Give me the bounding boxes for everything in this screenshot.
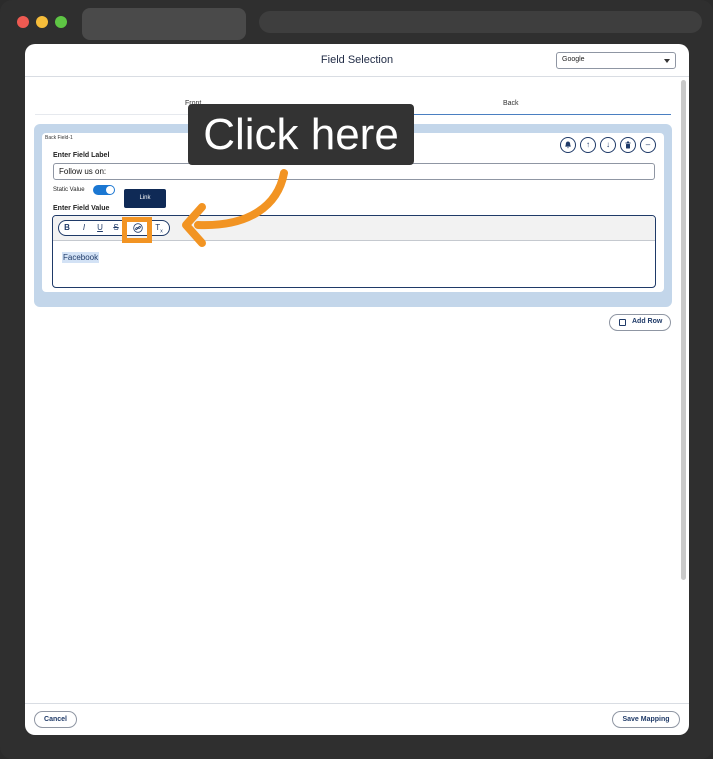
close-window-button[interactable] [17,16,29,28]
chevron-down-icon [664,59,670,63]
footer-divider [25,703,689,704]
browser-window: Field Selection Google Front Back Back F… [0,0,713,759]
italic-button[interactable]: I [76,221,92,235]
arrow-up-icon[interactable]: ↑ [580,137,596,153]
row-actions: ↑ ↓ – [560,137,658,153]
rich-text-editor[interactable]: B I U S Tx Facebook [52,215,656,288]
click-here-callout: Click here [188,104,414,165]
address-bar[interactable] [259,11,702,33]
field-tag: Back Field-1 [45,135,73,141]
field-label-heading: Enter Field Label [53,152,110,159]
clear-format-button[interactable]: Tx [151,221,167,235]
static-value-label: Static Value [53,187,85,193]
tab-back[interactable]: Back [503,100,519,107]
arrow-down-icon[interactable]: ↓ [600,137,616,153]
field-value-heading: Enter Field Value [53,205,110,212]
field-label-input[interactable]: Follow us on: [53,163,655,180]
link-button-highlight [122,217,152,243]
bell-icon[interactable] [560,137,576,153]
browser-tab[interactable] [82,8,246,40]
bold-button[interactable]: B [59,221,75,235]
save-mapping-button[interactable]: Save Mapping [612,711,680,728]
add-row-button[interactable]: Add Row [609,314,671,331]
link-tooltip: Link [124,189,166,208]
copy-icon [619,319,626,326]
editor-toolbar: B I U S Tx [53,216,655,243]
source-select-value: Google [562,56,585,63]
underline-button[interactable]: U [92,221,108,235]
static-value-toggle[interactable] [93,185,115,195]
minimize-window-button[interactable] [36,16,48,28]
modal-header: Field Selection Google [25,44,689,77]
pointer-arrow-icon [182,169,288,247]
source-select[interactable]: Google [556,52,676,69]
toggle-knob [106,186,114,194]
cancel-button[interactable]: Cancel [34,711,77,728]
minus-icon[interactable]: – [640,137,656,153]
trash-icon[interactable] [620,137,636,153]
add-row-label: Add Row [632,318,663,325]
editor-content[interactable]: Facebook [62,252,100,263]
formatting-group: B I U S Tx [58,220,170,236]
scrollbar[interactable] [681,80,686,580]
maximize-window-button[interactable] [55,16,67,28]
